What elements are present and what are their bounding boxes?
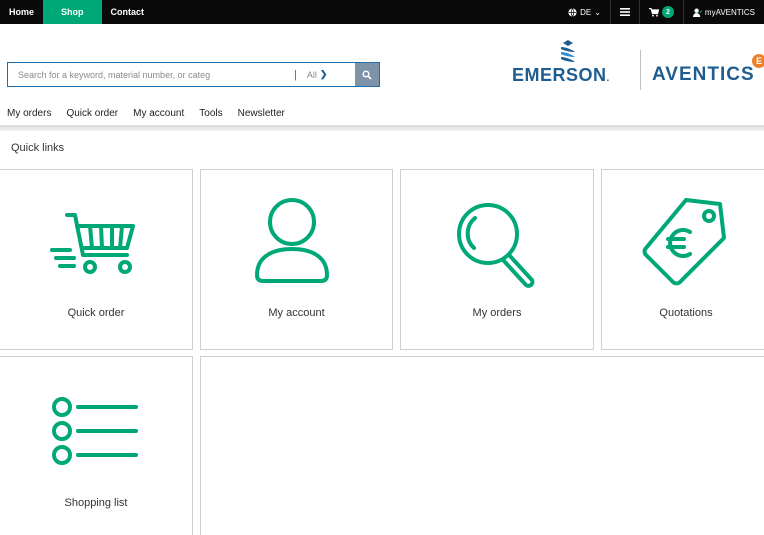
tile-label: Shopping list [64, 497, 128, 509]
menu-list-icon [619, 8, 630, 16]
cart-count-badge: 2 [661, 6, 674, 18]
tile-label: My account [268, 307, 325, 319]
cart-button[interactable]: 2 [638, 0, 683, 24]
aventics-mark-icon: E [752, 54, 764, 68]
account-label: myAVENTICS [704, 7, 755, 17]
emerson-emblem-icon [561, 40, 575, 62]
language-selector[interactable]: DE ⌄ [559, 0, 610, 24]
nav-my-orders[interactable]: My orders [0, 108, 59, 119]
tile-shopping-list[interactable]: Shopping list [0, 356, 193, 535]
nav-newsletter[interactable]: Newsletter [231, 108, 293, 119]
aventics-logo[interactable]: AVENTICS [652, 64, 755, 86]
nav-tools[interactable]: Tools [192, 108, 230, 119]
language-label: DE [580, 7, 592, 17]
cart-icon [50, 213, 135, 274]
tile-label: My orders [472, 307, 522, 319]
chevron-down-icon: ❯ [319, 69, 328, 79]
top-nav-home[interactable]: Home [0, 0, 43, 24]
chevron-down-icon: ⌄ [594, 7, 601, 17]
tile-quick-order[interactable]: Quick order [0, 169, 193, 350]
top-bar: Home Shop Contact DE ⌄ 2 myAVENTICS [0, 0, 764, 24]
empty-tile-area [200, 356, 764, 535]
list-view-button[interactable] [609, 0, 639, 24]
top-nav-shop[interactable]: Shop [43, 0, 102, 24]
globe-icon [568, 7, 577, 17]
top-nav-contact[interactable]: Contact [102, 0, 154, 24]
emerson-logo[interactable]: EMERSON. [512, 40, 630, 90]
search-scope-label: All [306, 69, 317, 80]
top-nav: Home Shop Contact [0, 0, 153, 24]
account-button[interactable]: myAVENTICS [682, 0, 764, 24]
search-button[interactable] [355, 63, 379, 86]
search-icon [362, 69, 372, 80]
list-icon [52, 397, 138, 465]
tile-quotations[interactable]: Quotations [601, 169, 764, 350]
logo-divider [640, 50, 641, 90]
search-bar: | All ❯ [7, 62, 380, 87]
euro-price-tag-icon [642, 198, 726, 286]
top-right-tools: DE ⌄ 2 myAVENTICS [559, 0, 764, 24]
main-nav: My orders Quick order My account Tools N… [0, 108, 293, 119]
search-input[interactable] [8, 63, 276, 86]
section-title: Quick links [11, 142, 65, 154]
tile-my-account[interactable]: My account [200, 169, 393, 350]
tile-my-orders[interactable]: My orders [400, 169, 594, 350]
search-separator: | [294, 68, 297, 81]
nav-my-account[interactable]: My account [126, 108, 192, 119]
cart-icon [648, 7, 659, 17]
search-scope-dropdown[interactable]: All ❯ [301, 69, 336, 80]
emerson-wordmark: EMERSON. [512, 65, 610, 85]
user-icon [254, 198, 330, 283]
nav-quick-order[interactable]: Quick order [59, 108, 126, 119]
search-magnifier-icon [457, 203, 535, 288]
tile-label: Quick order [67, 307, 125, 319]
user-icon [692, 8, 702, 17]
tile-label: Quotations [659, 307, 713, 319]
nav-divider [0, 125, 764, 131]
